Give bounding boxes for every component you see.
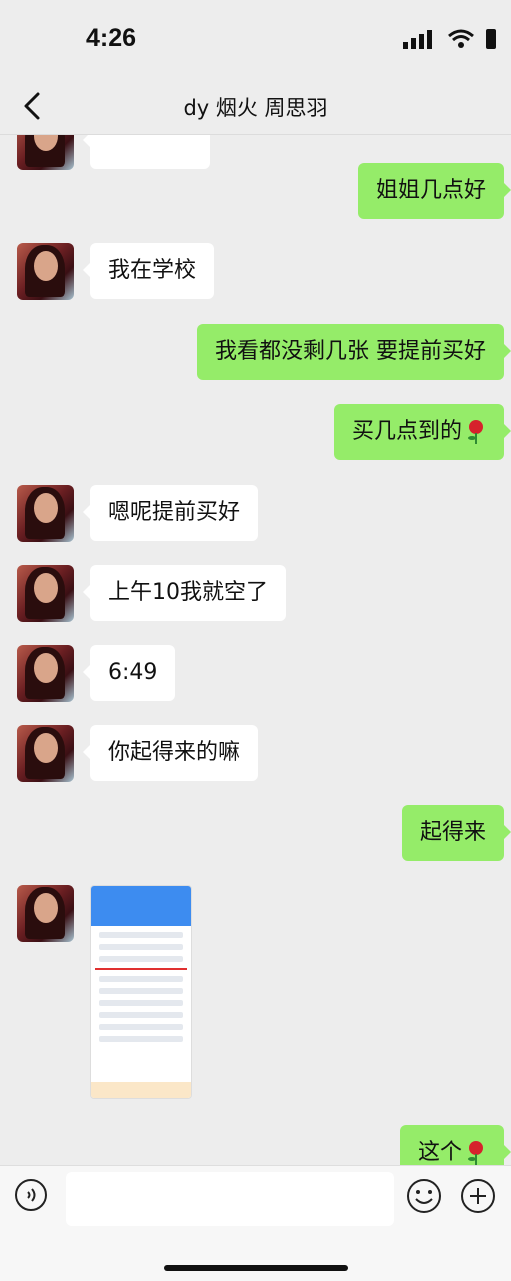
home-indicator [164,1265,348,1271]
chat-header: dy 烟火 周思羽 [0,78,511,135]
message-text: 这个 [417,1140,462,1165]
message-bubble-outgoing[interactable]: 姐姐几点好 [357,163,511,219]
system-icons [403,28,497,50]
wifi-icon [448,29,474,48]
contact-avatar[interactable] [17,243,74,300]
input-bar [0,1165,511,1281]
battery-icon [486,29,496,49]
contact-avatar[interactable] [17,565,74,622]
status-bar: 4:26 [0,0,511,78]
status-time: 4:26 [86,24,137,52]
contact-avatar[interactable] [17,885,74,942]
message-list[interactable]: 姐姐几点好 我在学校 我看都没剩几张 要提前买好 买几点到的 嗯呢提前买好 上午… [0,135,511,1165]
message-bubble-outgoing[interactable]: 我看都没剩几张 要提前买好 [197,324,511,380]
message-bubble-incoming[interactable]: 上午10我就空了 [83,565,286,621]
rose-emoji-icon [468,1141,483,1165]
message-bubble-incoming[interactable]: 你起得来的嘛 [82,725,259,781]
chat-title: dy 烟火 周思羽 [183,96,328,120]
signal-icon [403,30,432,49]
rose-emoji-icon [468,420,483,444]
message-bubble-outgoing[interactable]: 这个 [399,1125,511,1165]
image-message-thumbnail[interactable] [90,885,192,1099]
message-bubble-incoming[interactable]: 嗯呢提前买好 [82,485,259,541]
contact-avatar[interactable] [17,135,74,170]
message-bubble-outgoing[interactable]: 买几点到的 [333,404,511,460]
message-bubble-incoming[interactable]: 我在学校 [82,243,215,299]
message-bubble-incoming[interactable]: 6:49 [82,645,176,701]
emoji-icon[interactable] [406,1178,442,1214]
message-input[interactable] [66,1172,394,1226]
contact-avatar[interactable] [17,725,74,782]
voice-icon[interactable] [14,1178,48,1212]
message-bubble-outgoing[interactable]: 起得来 [401,805,511,861]
contact-avatar[interactable] [17,645,74,702]
contact-avatar[interactable] [17,485,74,542]
message-text: 买几点到的 [351,419,462,444]
plus-icon[interactable] [460,1178,496,1214]
message-bubble-partial [83,135,210,169]
